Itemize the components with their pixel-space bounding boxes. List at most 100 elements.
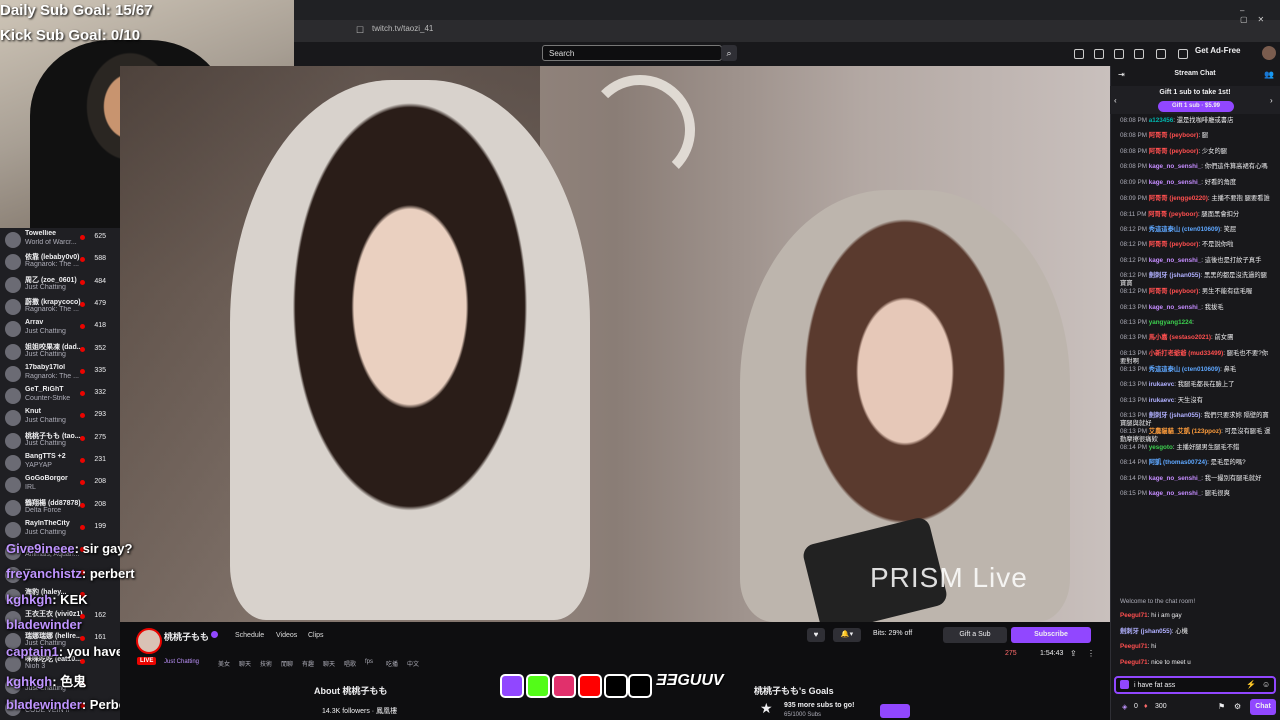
whispers-icon[interactable] — [1114, 49, 1124, 59]
sidebar-channel[interactable]: RayInTheCity Just Chatting 199 — [0, 519, 118, 541]
chat-time: 08:13 PM — [1120, 334, 1147, 342]
chat-username[interactable]: kage_no_senshi_ — [1149, 304, 1202, 311]
tab-schedule[interactable]: Schedule — [235, 632, 264, 639]
stream-tag[interactable]: 技術 — [260, 659, 272, 668]
gift-one-sub-button[interactable]: Gift 1 sub · $5.99 — [1158, 101, 1234, 112]
chat-username[interactable]: kage_no_senshi_ — [1149, 490, 1202, 497]
stream-tag[interactable]: 中文 — [407, 659, 419, 668]
channel-avatar[interactable] — [136, 628, 162, 654]
chat-username[interactable]: 阿哥哥 (peyboor) — [1148, 211, 1198, 218]
tab-videos[interactable]: Videos — [276, 632, 297, 639]
more-options-icon[interactable]: ⋮ — [1087, 649, 1095, 658]
chat-username[interactable]: 小新打老爺爺 (mud33499) — [1149, 350, 1224, 357]
chat-username[interactable]: a123456 — [1149, 117, 1174, 124]
chat-username[interactable]: 阿哥哥 (peyboor) — [1149, 288, 1199, 295]
chat-username[interactable]: kage_no_senshi_ — [1149, 179, 1202, 186]
prime-icon[interactable] — [1074, 49, 1084, 59]
sidebar-channel[interactable]: Arrav Just Chatting 418 — [0, 318, 118, 340]
sidebar-channel[interactable]: GeT_RiGhT Counter-Strike 332 — [0, 385, 118, 407]
chat-username[interactable]: kage_no_senshi_ — [1149, 257, 1202, 264]
search-icon[interactable]: ⌕ — [721, 45, 737, 61]
sidebar-channel[interactable]: BangTTS +2 YAPYAP 231 — [0, 452, 118, 474]
twitch-logo-icon[interactable] — [500, 674, 524, 698]
sidebar-channel[interactable]: Towelliee World of Warcr... 625 — [0, 229, 118, 251]
prev-arrow-icon[interactable]: ‹ — [1114, 96, 1117, 105]
youtube-logo-icon[interactable] — [578, 674, 602, 698]
chat-username[interactable]: 艾農貓貓_艾凱 (123ppoz) — [1149, 428, 1221, 435]
bits-offer[interactable]: Bits: 29% off — [873, 630, 912, 637]
instagram-logo-icon[interactable] — [552, 674, 576, 698]
stream-tag[interactable]: 閒聊 — [281, 659, 293, 668]
stream-tag[interactable]: 吃播 — [386, 659, 398, 668]
chat-username[interactable]: 劍刺牙 (jshan055) — [1120, 628, 1172, 635]
chat-users-icon[interactable]: 👥 — [1264, 70, 1274, 79]
chat-username[interactable]: 阿哥哥 (jengge0220) — [1149, 195, 1208, 202]
subscribe-button[interactable]: Subscribe — [1011, 627, 1091, 643]
bits-icon[interactable] — [1178, 49, 1188, 59]
window-controls[interactable]: –▢✕ — [1240, 6, 1280, 24]
stream-tag[interactable]: 美女 — [218, 659, 230, 668]
gift-a-sub-button[interactable]: Gift a Sub — [943, 627, 1007, 643]
stream-tag[interactable]: 聊天 — [323, 659, 335, 668]
next-arrow-icon[interactable]: › — [1270, 96, 1273, 105]
sidebar-channel[interactable]: 周乙 (zoe_0601) Just Chatting 484 — [0, 274, 118, 296]
chat-username[interactable]: irukaevc — [1149, 397, 1175, 404]
get-ad-free-button[interactable]: Get Ad-Free — [1195, 46, 1241, 55]
tiktok-logo-icon[interactable] — [604, 674, 628, 698]
follow-heart-icon[interactable]: ♥ — [807, 628, 825, 642]
search-input[interactable]: Search — [542, 45, 722, 61]
notification-bell-icon[interactable]: 🔔▾ — [833, 628, 861, 642]
url-text[interactable]: twitch.tv/taozi_41 — [372, 24, 433, 33]
user-avatar[interactable] — [1262, 46, 1276, 60]
sidebar-channel[interactable]: 依靠 (lebaby0v0) Ragnarok: The ... 588 — [0, 251, 118, 273]
chat-username[interactable]: irukaevc — [1149, 381, 1175, 388]
sidebar-channel[interactable]: Knut Just Chatting 293 — [0, 407, 118, 429]
bits-cheer-icon[interactable]: ⚡ — [1246, 680, 1256, 689]
chat-username[interactable]: kage_no_senshi_ — [1149, 163, 1202, 170]
chat-username[interactable]: Peegul71 — [1120, 659, 1148, 666]
stream-tag[interactable]: 有趣 — [302, 659, 314, 668]
tab-clips[interactable]: Clips — [308, 632, 324, 639]
kick-logo-icon[interactable] — [526, 674, 550, 698]
bookmark-icon[interactable]: ☐ — [356, 25, 364, 36]
chat-username[interactable]: 秀這這泰山 (cten010609) — [1149, 226, 1220, 233]
chat-send-button[interactable]: Chat — [1250, 699, 1276, 715]
share-icon[interactable]: ⇪ — [1070, 649, 1077, 658]
notifications-icon[interactable] — [1134, 49, 1144, 59]
goal-subscribe-button[interactable] — [880, 704, 910, 718]
sidebar-channel[interactable]: GoGoBorgor IRL 208 — [0, 474, 118, 496]
stream-tag[interactable]: 唱歌 — [344, 659, 356, 668]
sidebar-channel[interactable]: 桃桃子もも (tao... Just Chatting 275 — [0, 430, 118, 452]
chat-username[interactable]: 秀這這泰山 (cten010609) — [1149, 366, 1220, 373]
stream-tag[interactable]: 聊天 — [239, 659, 251, 668]
stream-tag[interactable]: fps — [365, 659, 373, 665]
game-category[interactable]: Just Chatting — [164, 659, 199, 665]
x-logo-icon[interactable] — [628, 674, 652, 698]
chat-username[interactable]: kage_no_senshi_ — [1149, 475, 1202, 482]
chat-settings-icon[interactable]: ⚙ — [1234, 702, 1241, 711]
chat-username[interactable]: 阿哥哥 (peyboor) — [1149, 132, 1199, 139]
chat-username[interactable]: Peegul71 — [1120, 643, 1148, 650]
chat-username[interactable]: 劍刺牙 (jshan055) — [1149, 412, 1201, 419]
chat-username[interactable]: 阿哥哥 (peyboor) — [1149, 241, 1199, 248]
chat-badge-icon[interactable] — [1120, 680, 1129, 689]
channel-name[interactable]: 桃桃子もも — [164, 630, 209, 643]
sidebar-channel[interactable]: 鶴翔楊 (dd87878) Delta Force 208 — [0, 497, 118, 519]
chat-username[interactable]: 馬小嘉 (sestaso2021) — [1149, 334, 1211, 341]
chat-username[interactable]: yangyang1224 — [1149, 319, 1192, 326]
chat-username[interactable]: yesgoto — [1149, 444, 1173, 451]
chat-username[interactable]: 阿哥哥 (peyboor) — [1149, 148, 1199, 155]
chat-username[interactable]: 阿凱 (thomas00724) — [1149, 459, 1207, 466]
crown-icon[interactable] — [1156, 49, 1166, 59]
chat-username[interactable]: Peegul71 — [1120, 612, 1148, 619]
chat-username[interactable]: 劍刺牙 (jshan055) — [1149, 272, 1201, 279]
chat-text: : 笑屁 — [1220, 226, 1237, 233]
sidebar-channel[interactable]: 姐姐咬果凍 (dad... Just Chatting 352 — [0, 341, 118, 363]
inbox-icon[interactable] — [1094, 49, 1104, 59]
sidebar-channel[interactable]: 17baby17lol Ragnarok: The ... 335 — [0, 363, 118, 385]
emote-picker-icon[interactable]: ☺ — [1262, 680, 1270, 689]
hype-icon[interactable]: ⚑ — [1218, 702, 1225, 711]
sidebar-channel[interactable]: 蔚撒 (krapycoco) Ragnarok: The ... 479 — [0, 296, 118, 318]
address-bar[interactable] — [294, 20, 1280, 42]
channel-points-icon[interactable]: ◈ — [1122, 703, 1127, 711]
